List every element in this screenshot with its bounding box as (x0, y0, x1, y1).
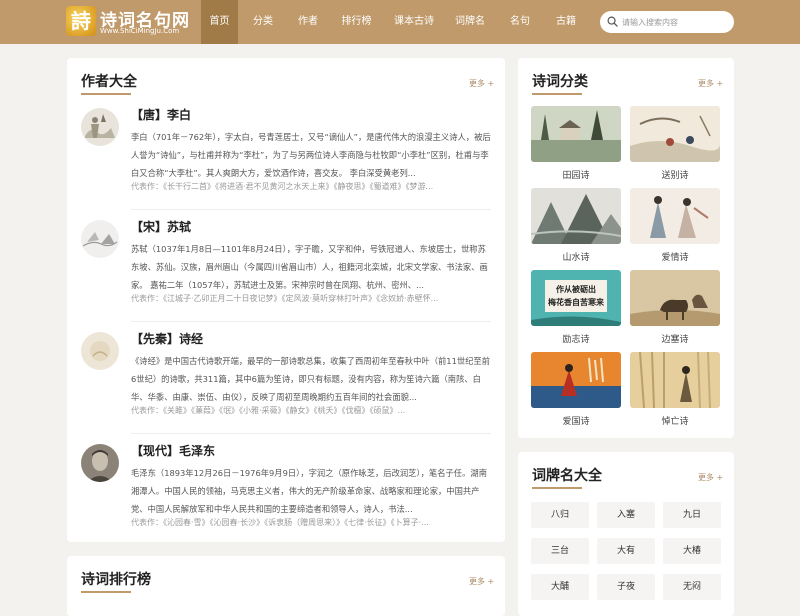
site-header: 詩 诗词名句网 Www.ShiCiMingJu.Com 首页 分类 作者 排行榜… (0, 0, 800, 44)
authors-panel-title-text: 作者大全 (81, 74, 137, 90)
cipai-panel: 词牌名大全 更多 + 八归 入塞 九日 三台 大有 大椿 大酺 子夜 无闷 (518, 452, 734, 616)
nav-item-classics[interactable]: 古籍 (543, 0, 589, 44)
ranking-more-link[interactable]: 更多 + (469, 576, 494, 587)
lizhi-line-1: 作从被砺出 (556, 284, 596, 294)
category-label: 边塞诗 (661, 335, 689, 345)
author-name[interactable]: 【唐】李白 (131, 106, 191, 123)
category-image (630, 188, 720, 244)
cipai-tag[interactable]: 大有 (597, 538, 655, 564)
cipai-tag[interactable]: 大椿 (663, 538, 721, 564)
category-image: 作从被砺出 梅花香自苦寒来 (531, 270, 621, 326)
search-input[interactable] (622, 14, 728, 30)
author-bio: 李白（701年－762年），字太白，号青莲居士，又号“谪仙人”，是唐代伟大的浪漫… (131, 132, 491, 178)
author-works[interactable]: 代表作：《江城子·乙卯正月二十日夜记梦》《定风波·莫听穿林打叶声》《念奴娇·赤壁… (131, 293, 493, 304)
category-shanshui[interactable]: 山水诗 (531, 188, 621, 263)
category-image (531, 188, 621, 244)
author-works[interactable]: 代表作：《长干行二首》《将进酒·君不见黄河之水天上来》《静夜思》《蜀道难》《梦游… (131, 181, 493, 192)
avatar (81, 108, 119, 146)
avatar (81, 444, 119, 482)
categories-panel-title: 诗词分类 (532, 71, 588, 95)
category-tianyuan[interactable]: 田园诗 (531, 106, 621, 181)
main-nav: 首页 分类 作者 排行榜 课本古诗 词牌名 名句 古籍 (201, 0, 589, 44)
authors-panel-title: 作者大全 (81, 71, 137, 95)
cipai-tag[interactable]: 无闷 (663, 574, 721, 600)
category-label: 励志诗 (562, 335, 590, 345)
logo-url: Www.ShiCiMingJu.Com (100, 27, 180, 35)
title-underline (532, 487, 582, 489)
author-bio: 苏轼（1037年1月8日—1101年8月24日），字子瞻，又字和仲，号铁冠道人、… (131, 244, 488, 290)
authors-panel: 作者大全 更多 + 【唐】李白 李白（701年－762年），字太白，号青莲居士，… (67, 58, 505, 542)
author-bio: 毛泽东（1893年12月26日－1976年9月9日），字润之（原作咏芝，后改润芝… (131, 468, 487, 514)
author-name[interactable]: 【宋】苏轼 (131, 218, 191, 235)
category-label: 田园诗 (562, 171, 590, 181)
category-image (531, 352, 621, 408)
cipai-more-link[interactable]: 更多 + (698, 472, 723, 483)
cipai-panel-title: 词牌名大全 (532, 465, 602, 489)
author-item-shijing[interactable]: 【先秦】诗经 《诗经》是中国古代诗歌开端，最早的一部诗歌总集，收集了西周初年至春… (81, 322, 493, 434)
category-biansai[interactable]: 边塞诗 (630, 270, 720, 345)
nav-item-famous-lines[interactable]: 名句 (497, 0, 543, 44)
author-item-sushi[interactable]: 【宋】苏轼 苏轼（1037年1月8日—1101年8月24日），字子瞻，又字和仲，… (81, 210, 493, 322)
author-bio: 《诗经》是中国古代诗歌开端，最早的一部诗歌总集，收集了西周初年至春秋中叶（前11… (131, 356, 491, 402)
site-logo[interactable]: 詩 诗词名句网 Www.ShiCiMingJu.Com (66, 6, 189, 38)
author-name[interactable]: 【先秦】诗经 (131, 330, 203, 347)
author-item-libai[interactable]: 【唐】李白 李白（701年－762年），字太白，号青莲居士，又号“谪仙人”，是唐… (81, 98, 493, 210)
cipai-tag[interactable]: 八归 (531, 502, 589, 528)
nav-item-cipai[interactable]: 词牌名 (443, 0, 497, 44)
ranking-panel-title-text: 诗词排行榜 (81, 572, 151, 588)
nav-item-authors[interactable]: 作者 (288, 0, 328, 44)
authors-more-link[interactable]: 更多 + (469, 78, 494, 89)
category-image (531, 106, 621, 162)
category-label: 送别诗 (661, 171, 689, 181)
category-daowang[interactable]: 悼亡诗 (630, 352, 720, 427)
title-underline (81, 591, 131, 593)
nav-item-categories[interactable]: 分类 (238, 0, 288, 44)
title-underline (81, 93, 131, 95)
category-label: 爱情诗 (661, 253, 689, 263)
category-aiqing[interactable]: 爱情诗 (630, 188, 720, 263)
nav-item-home[interactable]: 首页 (201, 0, 238, 44)
author-item-maozedong[interactable]: 【现代】毛泽东 毛泽东（1893年12月26日－1976年9月9日），字润之（原… (81, 434, 493, 546)
cipai-tag[interactable]: 子夜 (597, 574, 655, 600)
category-lizhi[interactable]: 作从被砺出 梅花香自苦寒来 励志诗 (531, 270, 621, 345)
search-icon[interactable] (607, 16, 618, 27)
categories-more-link[interactable]: 更多 + (698, 78, 723, 89)
nav-item-textbook-poems[interactable]: 课本古诗 (385, 0, 443, 44)
categories-panel: 诗词分类 更多 + 田园诗 送别诗 山水诗 爱情诗 作从被砺出 梅花香自苦寒来 … (518, 58, 734, 438)
ranking-panel-title: 诗词排行榜 (81, 569, 151, 593)
nav-item-ranking[interactable]: 排行榜 (328, 0, 385, 44)
title-underline (532, 93, 582, 95)
author-name[interactable]: 【现代】毛泽东 (131, 442, 215, 459)
category-aiguo[interactable]: 爱国诗 (531, 352, 621, 427)
category-image (630, 270, 720, 326)
ranking-panel: 诗词排行榜 更多 + (67, 556, 505, 616)
author-works[interactable]: 代表作：《关雎》《蒹葭》《氓》《小雅·采薇》《静女》《桃夭》《伐檀》《硕鼠》..… (131, 405, 493, 416)
cipai-tag[interactable]: 三台 (531, 538, 589, 564)
category-image (630, 352, 720, 408)
category-label: 爱国诗 (562, 417, 590, 427)
avatar (81, 220, 119, 258)
search-box (600, 11, 734, 33)
cipai-tag[interactable]: 九日 (663, 502, 721, 528)
cipai-panel-title-text: 词牌名大全 (532, 468, 602, 484)
author-works[interactable]: 代表作：《沁园春·雪》《沁园春·长沙》《诉衷肠（赠周恩来）》《七律·长征》《卜算… (131, 517, 493, 528)
category-label: 山水诗 (562, 253, 590, 263)
category-label: 悼亡诗 (661, 417, 689, 427)
category-image (630, 106, 720, 162)
cipai-tag[interactable]: 入塞 (597, 502, 655, 528)
category-songbie[interactable]: 送别诗 (630, 106, 720, 181)
categories-panel-title-text: 诗词分类 (532, 74, 588, 90)
avatar (81, 332, 119, 370)
logo-mark: 詩 (66, 6, 96, 36)
lizhi-line-2: 梅花香自苦寒来 (548, 297, 605, 307)
cipai-tag[interactable]: 大酺 (531, 574, 589, 600)
